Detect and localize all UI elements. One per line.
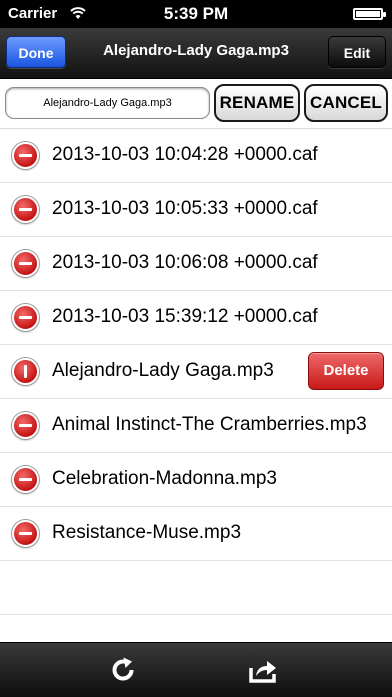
list-item[interactable]: 2013-10-03 15:39:12 +0000.caf [0, 291, 392, 345]
file-name: 2013-10-03 10:05:33 +0000.caf [52, 198, 318, 219]
file-name: Alejandro-Lady Gaga.mp3 [52, 360, 274, 381]
delete-control-icon[interactable] [12, 412, 39, 439]
rename-bar: RENAME CANCEL [0, 79, 392, 129]
list-item[interactable]: 2013-10-03 10:06:08 +0000.caf [0, 237, 392, 291]
delete-button[interactable]: Delete [308, 352, 384, 390]
rename-input[interactable] [5, 87, 210, 119]
empty-row [0, 561, 392, 615]
file-name: 2013-10-03 15:39:12 +0000.caf [52, 306, 318, 327]
file-name: Resistance-Muse.mp3 [52, 522, 242, 543]
file-name: 2013-10-03 10:06:08 +0000.caf [52, 252, 318, 273]
edit-button[interactable]: Edit [328, 36, 386, 68]
list-item[interactable]: Animal Instinct-The Cramberries.mp3 [0, 399, 392, 453]
list-item[interactable]: 2013-10-03 10:05:33 +0000.caf [0, 183, 392, 237]
refresh-icon[interactable] [108, 655, 138, 685]
bottom-toolbar [0, 642, 392, 697]
delete-control-icon[interactable] [12, 466, 39, 493]
done-button[interactable]: Done [6, 36, 66, 68]
list-item[interactable]: Resistance-Muse.mp3 [0, 507, 392, 561]
file-name: Animal Instinct-The Cramberries.mp3 [52, 414, 367, 435]
list-item[interactable]: 2013-10-03 10:04:28 +0000.caf [0, 129, 392, 183]
navigation-bar: Done Alejandro-Lady Gaga.mp3 Edit [0, 28, 392, 79]
rename-button[interactable]: RENAME [214, 84, 300, 122]
status-bar: Carrier 5:39 PM [0, 0, 392, 28]
delete-control-icon[interactable] [12, 304, 39, 331]
page-title: Alejandro-Lady Gaga.mp3 [103, 42, 289, 59]
delete-control-icon[interactable] [12, 520, 39, 547]
delete-control-icon[interactable] [12, 196, 39, 223]
delete-control-icon[interactable] [12, 250, 39, 277]
cancel-button[interactable]: CANCEL [304, 84, 388, 122]
file-name: Celebration-Madonna.mp3 [52, 468, 277, 489]
list-item[interactable]: Celebration-Madonna.mp3 [0, 453, 392, 507]
file-list: 2013-10-03 10:04:28 +0000.caf 2013-10-03… [0, 129, 392, 615]
delete-control-icon[interactable] [12, 142, 39, 169]
battery-icon [353, 8, 386, 20]
file-name: 2013-10-03 10:04:28 +0000.caf [52, 144, 318, 165]
list-item-selected[interactable]: Alejandro-Lady Gaga.mp3 Delete [0, 345, 392, 399]
delete-control-active-icon[interactable] [12, 358, 39, 385]
clock: 5:39 PM [163, 4, 229, 23]
share-icon[interactable] [248, 655, 278, 685]
